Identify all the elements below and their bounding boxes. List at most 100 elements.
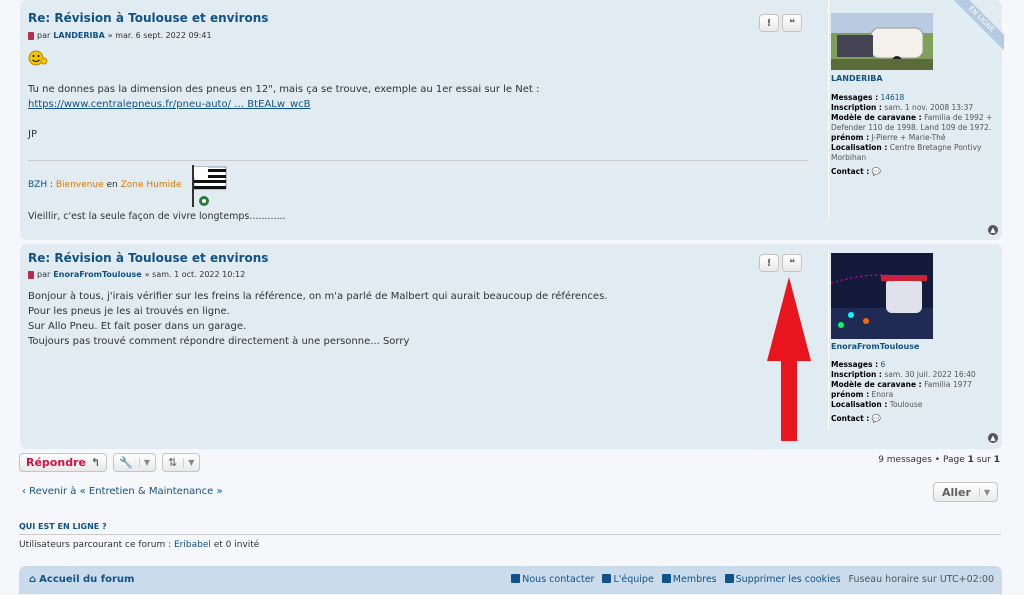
online-ribbon: EN LIGNE xyxy=(944,0,1004,60)
post-title[interactable]: Re: Révision à Toulouse et environs xyxy=(28,251,268,265)
online-text: et 0 invité xyxy=(210,540,260,550)
post-author[interactable]: LANDERIBA xyxy=(53,31,105,40)
reply-arrow-icon: ↰ xyxy=(90,456,101,469)
back-to-forum-link[interactable]: ‹ Revenir à « Entretien & Maintenance » xyxy=(22,486,223,497)
online-divider xyxy=(19,534,1001,535)
post-text: Pour les pneus je les ai trouvés en lign… xyxy=(28,306,230,317)
shield-icon xyxy=(602,574,612,583)
sig-word: Humide xyxy=(143,180,182,190)
report-button[interactable]: ! xyxy=(759,14,779,32)
post-date: » mar. 6 sept. 2022 09:41 xyxy=(107,31,212,40)
users-icon xyxy=(661,574,671,583)
stat-label: Inscription : xyxy=(831,103,882,112)
stat-label: Contact : xyxy=(831,414,870,423)
annotation-arrow-icon xyxy=(767,277,811,441)
sig-colon: : xyxy=(47,180,56,190)
footer-label: Nous contacter xyxy=(522,574,595,585)
timezone-label: Fuseau horaire sur UTC+02:00 xyxy=(848,574,994,585)
stat-label: Messages : xyxy=(831,93,879,102)
stat-label: Localisation : xyxy=(831,400,888,409)
jump-to-select[interactable]: Aller ▼ xyxy=(933,482,998,502)
pagination-text: sur xyxy=(976,455,991,465)
home-label: Accueil du forum xyxy=(39,574,135,585)
post-text: Tu ne donnes pas la dimension des pneus … xyxy=(28,84,540,95)
meta-prefix: par xyxy=(37,270,51,279)
post-text: Sur Allo Pneu. Et fait poser dans un gar… xyxy=(28,321,247,332)
sort-icon: ⇅ xyxy=(168,456,178,469)
members-link[interactable]: Membres xyxy=(661,574,717,585)
stat-value: J-Pierre + Marie-Thé xyxy=(871,133,946,142)
team-link[interactable]: L'équipe xyxy=(602,574,654,585)
stat-value: Enora xyxy=(871,390,894,399)
online-heading: QUI EST EN LIGNE ? xyxy=(19,522,107,531)
messages-count[interactable]: 14618 xyxy=(880,93,904,102)
post-meta: par LANDERIBA » mar. 6 sept. 2022 09:41 xyxy=(28,31,212,40)
reply-label: Répondre xyxy=(26,456,86,469)
stat-label: Localisation : xyxy=(831,143,888,152)
messages-count[interactable]: 6 xyxy=(880,360,885,369)
post-text: Bonjour à tous, j'irais vérifier sur les… xyxy=(28,291,608,302)
footer-label: L'équipe xyxy=(613,574,654,585)
sig-bzh: BZH xyxy=(28,180,48,190)
avatar[interactable] xyxy=(831,13,933,70)
stat-label: Modèle de caravane : xyxy=(831,113,922,122)
contact-link[interactable]: Nous contacter xyxy=(511,574,594,585)
page-current: 1 xyxy=(967,455,974,465)
post-body: Bonjour à tous, j'irais vérifier sur les… xyxy=(28,289,607,349)
report-button[interactable]: ! xyxy=(759,254,779,272)
reply-button[interactable]: Répondre ↰ xyxy=(19,453,108,472)
footer-label: Membres xyxy=(672,574,717,585)
back-to-top-icon[interactable]: ▲ xyxy=(988,433,998,443)
contact-bubble-icon[interactable]: 💬 xyxy=(872,414,881,423)
wrench-icon: 🔧 xyxy=(119,456,133,469)
topic-action-bar: Répondre ↰ 🔧 ▼ ⇅ ▼ xyxy=(19,453,201,472)
contact-bubble-icon[interactable]: 💬 xyxy=(872,167,881,176)
post-profile: EnoraFromToulouse Messages : 6 Inscripti… xyxy=(828,250,1003,430)
stat-label: Messages : xyxy=(831,360,879,369)
pagination-text: 9 messages • Page xyxy=(878,455,965,465)
chevron-down-icon: ▼ xyxy=(183,458,194,467)
breton-flag-icon xyxy=(192,165,227,207)
post-title[interactable]: Re: Révision à Toulouse et environs xyxy=(28,11,268,25)
jump-label: Aller xyxy=(942,485,971,499)
chevron-down-icon: ▼ xyxy=(138,458,150,467)
stat-value: Familia 1977 xyxy=(924,380,972,389)
stat-label: prénom : xyxy=(831,390,870,399)
quote-button[interactable]: ❝ xyxy=(782,14,802,32)
stat-label: Inscription : xyxy=(831,370,882,379)
sort-button[interactable]: ⇅ ▼ xyxy=(162,453,201,472)
post-buttons: ! ❝ xyxy=(759,14,802,32)
signature-divider xyxy=(28,160,808,161)
profile-stats: Messages : 14618 Inscription : sam. 1 no… xyxy=(831,93,996,177)
post-link[interactable]: https://www.centralepneus.fr/pneu-auto/ … xyxy=(28,99,311,110)
chevron-down-icon: ▼ xyxy=(978,487,990,497)
trash-icon xyxy=(724,574,734,583)
smiley-icon xyxy=(28,50,48,66)
avatar[interactable] xyxy=(831,253,933,339)
stat-label: Contact : xyxy=(831,167,870,176)
post-text: Toujours pas trouvé comment répondre dir… xyxy=(28,336,410,347)
stat-value: Toulouse xyxy=(889,400,923,409)
profile-username[interactable]: LANDERIBA xyxy=(831,74,883,83)
forum-topic-page: Re: Révision à Toulouse et environs par … xyxy=(0,0,1024,595)
delete-cookies-link[interactable]: Supprimer les cookies xyxy=(724,574,841,585)
forum-home-link[interactable]: ⌂ Accueil du forum xyxy=(29,574,134,585)
post-meta: par EnoraFromToulouse » sam. 1 oct. 2022… xyxy=(28,270,245,279)
stat-value: sam. 1 nov. 2008 13:37 xyxy=(884,103,974,112)
post-author[interactable]: EnoraFromToulouse xyxy=(53,270,141,279)
topic-tools-button[interactable]: 🔧 ▼ xyxy=(113,453,157,472)
pagination: 9 messages • Page 1 sur 1 xyxy=(878,455,1000,465)
post-landeriba: Re: Révision à Toulouse et environs par … xyxy=(20,0,1004,240)
footer-label: Supprimer les cookies xyxy=(735,574,841,585)
profile-username[interactable]: EnoraFromToulouse xyxy=(831,342,919,351)
post-icon xyxy=(28,31,34,40)
quote-button[interactable]: ❝ xyxy=(782,254,802,272)
profile-stats: Messages : 6 Inscription : sam. 30 juil.… xyxy=(831,360,996,424)
sig-word: Bienvenue xyxy=(55,180,104,190)
post-buttons: ! ❝ xyxy=(759,254,802,272)
signature-motto: Vieillir, c'est la seule façon de vivre … xyxy=(28,211,286,222)
online-user-link[interactable]: Eribabel xyxy=(174,540,211,550)
back-to-top-icon[interactable]: ▲ xyxy=(988,225,998,235)
stat-label: prénom : xyxy=(831,133,870,142)
stat-label: Modèle de caravane : xyxy=(831,380,922,389)
